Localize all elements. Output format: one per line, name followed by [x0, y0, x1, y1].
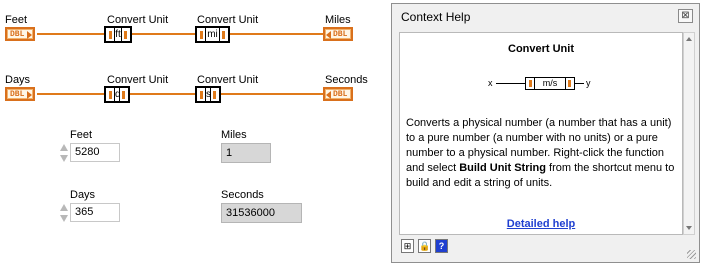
- terminal-arrow-icon: [326, 91, 331, 99]
- terminal-type-label: DBL: [333, 30, 348, 39]
- convert-unit-ft-node[interactable]: ft: [104, 26, 132, 43]
- miles-numeric-indicator: 1: [221, 143, 271, 163]
- wire-d-to-s[interactable]: [130, 93, 197, 95]
- unit-string: ft: [114, 28, 122, 41]
- days-terminal-label: Days: [5, 74, 31, 86]
- node-output-terminal: [122, 91, 125, 99]
- help-content-pane: Convert Unit x m/s y Converts a physical…: [399, 32, 683, 235]
- scroll-up-icon[interactable]: [686, 37, 692, 41]
- convert-unit-mi-node[interactable]: mi: [195, 26, 230, 43]
- miles-terminal-label: Miles: [325, 14, 351, 26]
- days-increment-decrement[interactable]: [59, 203, 69, 223]
- wire-mi-to-miles[interactable]: [230, 33, 324, 35]
- node-output-terminal: [222, 31, 225, 39]
- days-control-label: Days: [70, 189, 96, 201]
- decrement-arrow-icon[interactable]: [60, 215, 68, 222]
- lock-icon[interactable]: 🔒: [418, 239, 431, 253]
- node-input-terminal: [109, 91, 112, 99]
- node-input-terminal: [200, 31, 203, 39]
- show-optional-terminals-icon[interactable]: ⊞: [401, 239, 414, 253]
- increment-arrow-icon[interactable]: [60, 144, 68, 151]
- vertical-scrollbar[interactable]: [683, 32, 695, 235]
- feet-increment-decrement[interactable]: [59, 143, 69, 163]
- input-wire: [496, 83, 525, 84]
- terminal-type-label: DBL: [333, 90, 348, 99]
- node-input-terminal: [529, 80, 532, 87]
- unit-string: d: [114, 88, 121, 101]
- seconds-numeric-indicator: 31536000: [221, 203, 302, 223]
- node-input-terminal: [200, 91, 203, 99]
- terminal-arrow-icon: [326, 31, 331, 39]
- decrement-arrow-icon[interactable]: [60, 155, 68, 162]
- miles-indicator-label: Miles: [221, 129, 247, 141]
- scroll-down-icon[interactable]: [686, 226, 692, 230]
- terminal-type-label: DBL: [10, 90, 25, 99]
- seconds-indicator-label: Seconds: [221, 189, 264, 201]
- days-control-terminal[interactable]: DBL: [5, 87, 35, 101]
- help-function-diagram: x m/s y: [488, 76, 598, 94]
- help-icon[interactable]: ?: [435, 239, 448, 253]
- convert-unit-d-node[interactable]: d: [104, 86, 130, 103]
- convert-unit-icon: m/s: [525, 77, 575, 90]
- wire-days-to-d[interactable]: [37, 93, 105, 95]
- node-output-terminal: [568, 80, 571, 87]
- help-heading: Convert Unit: [508, 43, 574, 55]
- convert-unit-s-node[interactable]: s: [195, 86, 221, 103]
- unit-string: mi: [205, 28, 220, 41]
- help-description: Converts a physical number (a number tha…: [406, 116, 680, 191]
- terminal-type-label: DBL: [10, 30, 25, 39]
- increment-arrow-icon[interactable]: [60, 204, 68, 211]
- wire-ft-to-mi[interactable]: [132, 33, 197, 35]
- input-terminal-name: x: [488, 78, 493, 88]
- seconds-indicator-terminal[interactable]: DBL: [323, 87, 353, 101]
- feet-control-label: Feet: [70, 129, 93, 141]
- miles-indicator-terminal[interactable]: DBL: [323, 27, 353, 41]
- days-numeric-control[interactable]: 365: [70, 203, 120, 222]
- close-icon[interactable]: ⊠: [678, 9, 693, 23]
- context-help-window[interactable]: Context Help ⊠ Convert Unit x m/s y Conv…: [391, 3, 700, 263]
- build-unit-string-term: Build Unit String: [459, 162, 546, 174]
- node-output-terminal: [124, 31, 127, 39]
- feet-control-terminal[interactable]: DBL: [5, 27, 35, 41]
- output-wire: [575, 83, 584, 84]
- output-terminal-name: y: [586, 78, 591, 88]
- feet-terminal-label: Feet: [5, 14, 28, 26]
- unit-string: s: [205, 88, 211, 101]
- detailed-help-link[interactable]: Detailed help: [400, 218, 682, 230]
- unit-string: m/s: [534, 78, 566, 89]
- node-output-terminal: [213, 91, 216, 99]
- window-title: Context Help: [401, 10, 471, 24]
- terminal-arrow-icon: [27, 91, 32, 99]
- terminal-arrow-icon: [27, 31, 32, 39]
- wire-s-to-seconds[interactable]: [221, 93, 324, 95]
- node-input-terminal: [109, 31, 112, 39]
- resize-grip-icon[interactable]: [687, 250, 696, 259]
- seconds-terminal-label: Seconds: [325, 74, 368, 86]
- wire-feet-to-ft[interactable]: [37, 33, 105, 35]
- feet-numeric-control[interactable]: 5280: [70, 143, 120, 162]
